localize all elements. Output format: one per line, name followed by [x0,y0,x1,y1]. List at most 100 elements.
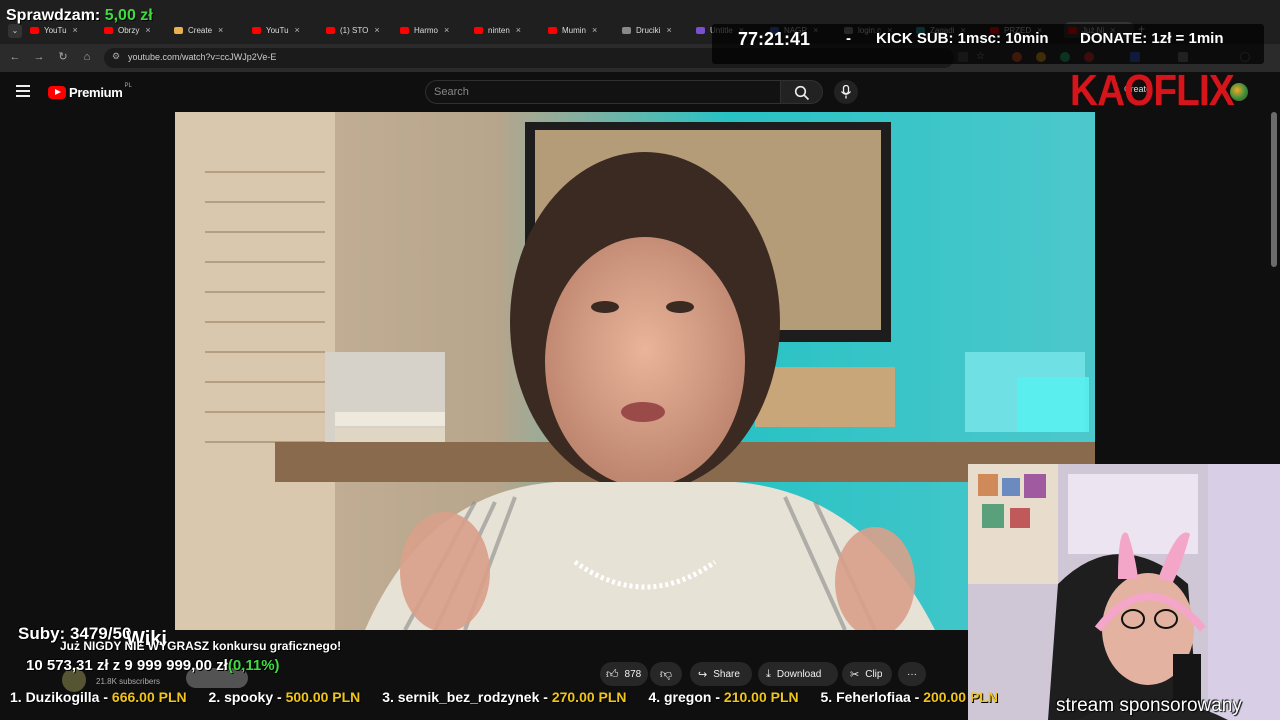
tab-label: Harmo [414,25,439,35]
tab-favicon-icon [696,26,705,34]
tab-close-icon[interactable]: × [374,25,379,35]
tab-label: Mumin [562,25,587,35]
browser-tab[interactable]: (1) STO × [326,22,396,38]
subscriber-count: 21.8K subscribers [96,677,161,686]
thumbs-down-icon: 👎︎ [659,666,673,681]
scissors-icon: ✂ [850,668,860,681]
more-icon: ··· [907,668,917,680]
voice-search-button[interactable] [834,80,858,104]
streamer-webcam [968,464,1280,720]
tab-close-icon[interactable]: × [218,25,223,35]
premium-label: Premium [69,85,123,100]
leaderboard-name: 5. Feherlofiaa [820,689,911,705]
leaderboard-name: 3. sernik_bez_rodzynek [382,689,540,705]
browser-tab[interactable]: Mumin × [548,22,618,38]
tab-close-icon[interactable]: × [516,25,521,35]
forward-icon[interactable]: → [32,50,46,64]
tab-close-icon[interactable]: × [145,25,150,35]
dislike-button[interactable]: 👎︎ [650,662,682,686]
tab-close-icon[interactable]: × [295,25,300,35]
share-label: Share [713,668,740,680]
donation-goal-amount: 10 573,31 zł z 9 999 999,00 zł [26,657,228,674]
leaderboard-name: 2. spooky [208,689,274,705]
clip-label: Clip [865,668,883,680]
browser-tab[interactable]: ninten × [474,22,544,38]
donation-leaderboard: 1. Duzikogilla - 666.00 PLN 2. spooky - … [0,689,1080,709]
tab-label: Obrzy [118,25,140,35]
tab-favicon-icon [174,26,183,34]
download-label: Download [776,668,822,680]
back-icon[interactable]: ← [8,50,22,64]
tab-label: ninten [488,25,510,35]
leaderboard-entry: 4. gregon - 210.00 PLN [648,689,799,705]
donation-goal-percent: (0,11%) [227,657,280,674]
like-count: 878 [624,668,642,680]
tab-close-icon[interactable]: × [666,25,671,35]
tab-favicon-icon [400,26,409,34]
home-icon[interactable]: ⌂ [80,50,94,64]
tab-search-button[interactable]: ⌄ [8,24,22,38]
tab-favicon-icon [548,26,557,34]
subathon-timer: 77:21:41 [738,29,811,49]
site-info-icon[interactable]: ⚙ [112,51,120,62]
leaderboard-name: 1. Duzikogilla [10,689,100,705]
menu-icon[interactable] [16,85,30,97]
browser-tab[interactable]: Harmo × [400,22,470,38]
url-text[interactable]: youtube.com/watch?v=ccJWJp2Ve-E [128,52,276,62]
tab-label: YouTu [44,25,67,35]
leaderboard-amount: 210.00 PLN [723,689,799,705]
leaderboard-entry: 1. Duzikogilla - 666.00 PLN [10,689,187,705]
browser-tab[interactable]: Druciki × [622,22,692,38]
search-input[interactable] [434,86,764,98]
tab-favicon-icon [622,26,631,34]
youtube-logo[interactable]: Premium PL [48,82,132,100]
tab-label: (1) STO [340,25,369,35]
donation-goal: 10 573,31 zł z 9 999 999,00 zł(0,11%) [26,657,280,674]
tab-favicon-icon [104,26,113,34]
country-code: PL [124,82,132,89]
clip-button[interactable]: ✂ Clip [842,662,892,686]
leaderboard-entry: 5. Feherlofiaa - 200.00 PLN [820,689,998,705]
tab-favicon-icon [30,26,39,34]
browser-tab[interactable]: Create × [174,22,244,38]
share-button[interactable]: ↪ Share [690,662,752,686]
leaderboard-amount: 500.00 PLN [285,689,361,705]
reload-icon[interactable]: ↻ [56,50,70,64]
share-icon: ↪ [698,668,708,681]
thumbs-up-icon: 👍︎ [606,666,619,681]
search-button[interactable] [781,80,823,104]
sponsored-stream-label: stream sponsorowany [1056,695,1242,716]
kaoflix-logo: KAOFLIX [1070,66,1235,115]
leaderboard-amount: 666.00 PLN [111,689,187,705]
video-frame [175,112,1095,630]
search-box[interactable] [425,80,781,104]
kick-sub-rate: KICK SUB: 1msc: 10min [876,30,1049,47]
tab-label: YouTu [266,25,289,35]
donate-rate: DONATE: 1zł = 1min [1080,30,1224,47]
search-icon [794,85,810,101]
leaderboard-entry: 3. sernik_bez_rodzynek - 270.00 PLN [382,689,627,705]
tab-label: Druciki [636,25,661,35]
leaderboard-amount: 200.00 PLN [923,689,998,705]
tab-close-icon[interactable]: × [592,25,597,35]
like-button[interactable]: 👍︎ 878 [600,662,648,686]
leaderboard-name: 4. gregon [648,689,712,705]
page-scrollbar[interactable] [1271,112,1277,267]
more-actions-button[interactable]: ··· [898,662,926,686]
leaderboard-entry: 2. spooky - 500.00 PLN [208,689,361,705]
browser-tab[interactable]: YouTu × [252,22,322,38]
overlay-separator: - [846,30,851,47]
download-button[interactable]: ⤓ Download [758,662,838,686]
webcam-frame [968,464,1280,720]
tab-close-icon[interactable]: × [444,25,449,35]
stream-title: Już NIGDY NIE WYGRASZ konkursu graficzne… [60,639,342,653]
checking-amount: 5,00 zł [104,7,153,24]
tab-label: Create [188,25,213,35]
tab-favicon-icon [326,26,335,34]
tab-favicon-icon [474,26,483,34]
download-icon: ⤓ [766,667,771,680]
microphone-icon [840,85,852,99]
tab-close-icon[interactable]: × [73,25,78,35]
youtube-play-icon [48,86,66,99]
video-player[interactable] [175,112,1095,630]
